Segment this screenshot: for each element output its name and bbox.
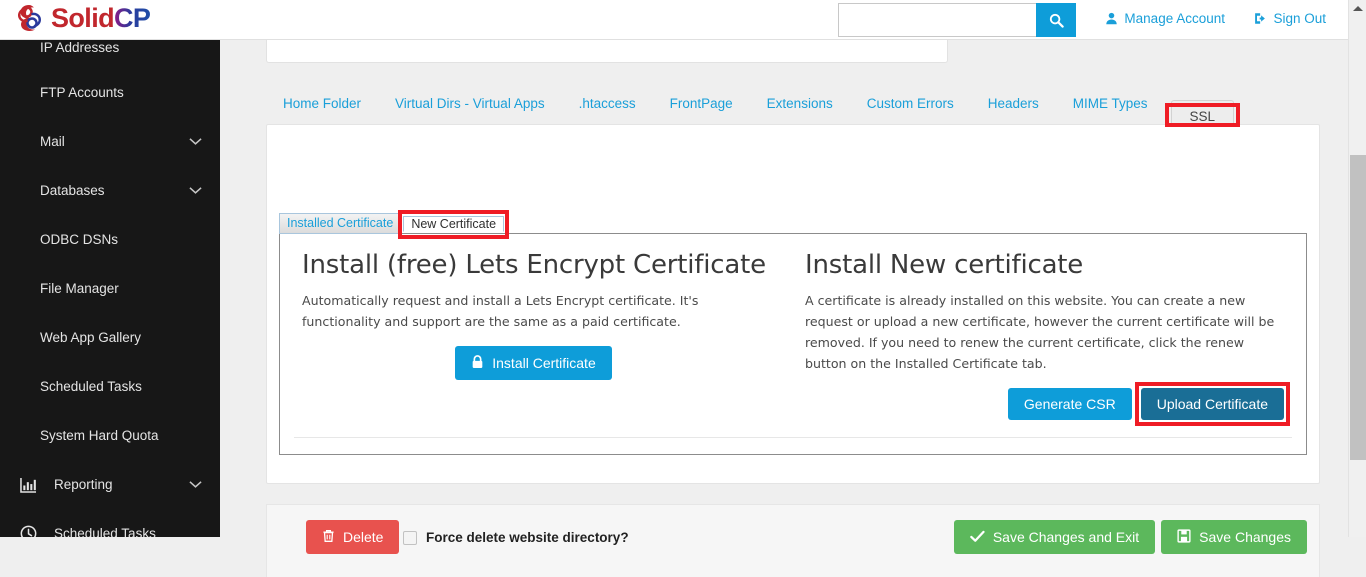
user-icon — [1106, 12, 1118, 25]
tab-virtual-dirs[interactable]: Virtual Dirs - Virtual Apps — [378, 88, 562, 124]
save-changes-and-exit-button[interactable]: Save Changes and Exit — [953, 520, 1156, 554]
form-action-bar: Delete Force delete website directory? S… — [266, 504, 1320, 577]
new-certificate-heading: Install New certificate — [805, 250, 1084, 280]
sidebar-item-label: Scheduled Tasks — [40, 379, 142, 394]
sidebar-item-scheduled-tasks[interactable]: Scheduled Tasks — [0, 362, 220, 411]
subtab-new-certificate-container: New Certificate — [398, 210, 510, 239]
save-actions: Save Changes and Exit Save Changes — [953, 520, 1307, 554]
app-header: SolidCP Manage Account Sign Out — [0, 0, 1348, 40]
sidebar-item-ip-addresses[interactable]: IP Addresses — [0, 40, 220, 68]
chevron-down-icon — [189, 183, 202, 198]
sidebar-item-databases[interactable]: Databases — [0, 166, 220, 215]
sidebar-item-web-app-gallery[interactable]: Web App Gallery — [0, 313, 220, 362]
sidebar-item-scheduled-tasks-2[interactable]: Scheduled Tasks — [0, 509, 220, 537]
new-certificate-column: Install New certificate A certificate is… — [793, 246, 1290, 426]
sidebar-item-mail[interactable]: Mail — [0, 117, 220, 166]
lets-encrypt-column: Install (free) Lets Encrypt Certificate … — [302, 246, 793, 420]
check-icon — [970, 530, 985, 545]
save-changes-and-exit-label: Save Changes and Exit — [992, 529, 1140, 545]
manage-account-link[interactable]: Manage Account — [1105, 11, 1225, 26]
sign-out-icon — [1255, 13, 1266, 24]
sidebar-item-odbc-dsns[interactable]: ODBC DSNs — [0, 215, 220, 264]
brand-logo[interactable]: SolidCP — [14, 3, 151, 33]
search-button[interactable] — [1036, 3, 1076, 37]
install-certificate-button[interactable]: Install Certificate — [455, 346, 612, 380]
search-icon — [1049, 13, 1064, 28]
brand-name-part2: CP — [114, 3, 151, 33]
sidebar-item-reporting[interactable]: Reporting — [0, 460, 220, 509]
sidebar-nav[interactable]: IP Addresses FTP Accounts Mail Databases… — [0, 40, 220, 537]
sidebar-item-label: System Hard Quota — [40, 428, 159, 443]
scrolled-panel-remnant — [266, 40, 948, 63]
tab-home-folder[interactable]: Home Folder — [266, 88, 378, 124]
lets-encrypt-actions: Install Certificate — [302, 346, 765, 380]
sidebar-item-label: IP Addresses — [40, 40, 120, 55]
certificate-options-columns: Install (free) Lets Encrypt Certificate … — [280, 234, 1306, 426]
website-tabs[interactable]: Home Folder Virtual Dirs - Virtual Apps … — [266, 82, 1320, 137]
sidebar-item-system-hard-quota[interactable]: System Hard Quota — [0, 411, 220, 460]
floppy-save-icon — [1177, 529, 1191, 545]
lock-icon — [471, 355, 484, 371]
search-input[interactable] — [838, 3, 1036, 37]
force-delete-checkbox[interactable] — [403, 530, 417, 545]
delete-label: Delete — [343, 529, 384, 545]
global-search — [838, 3, 1076, 37]
divider — [294, 437, 1292, 438]
lets-encrypt-heading: Install (free) Lets Encrypt Certificate — [302, 250, 766, 280]
sign-out-link[interactable]: Sign Out — [1253, 11, 1326, 26]
tab-custom-errors[interactable]: Custom Errors — [850, 88, 971, 124]
sidebar-item-label: Scheduled Tasks — [54, 526, 156, 537]
sidebar-item-label: Web App Gallery — [40, 330, 142, 345]
delete-button[interactable]: Delete — [306, 520, 400, 554]
tab-headers[interactable]: Headers — [971, 88, 1056, 124]
new-certificate-box: Install (free) Lets Encrypt Certificate … — [279, 233, 1307, 455]
bar-chart-icon — [20, 477, 42, 493]
sidebar-item-file-manager[interactable]: File Manager — [0, 264, 220, 313]
scroll-up-arrow-icon[interactable] — [1349, 0, 1366, 17]
subtab-installed-certificate[interactable]: Installed Certificate — [279, 213, 402, 234]
tab-frontpage[interactable]: FrontPage — [653, 88, 750, 124]
solidcp-logo-icon — [18, 5, 41, 31]
sidebar-item-label: File Manager — [40, 281, 119, 296]
ssl-tab-panel: Installed Certificate New Certificate In… — [266, 124, 1320, 484]
upload-certificate-button[interactable]: Upload Certificate — [1140, 388, 1284, 420]
sidebar-item-label: Reporting — [54, 477, 113, 492]
chevron-down-icon — [189, 477, 202, 492]
sidebar-item-label: Databases — [40, 183, 105, 198]
tab-mime-types[interactable]: MIME Types — [1056, 88, 1165, 124]
clock-icon — [20, 525, 42, 537]
brand-name-part1: Solid — [51, 3, 115, 33]
sign-out-label: Sign Out — [1273, 11, 1326, 26]
new-certificate-description: A certificate is already installed on th… — [805, 293, 1275, 371]
sidebar-item-label: Mail — [40, 134, 65, 149]
tab-ssl-container: SSL — [1164, 100, 1241, 137]
force-delete-option[interactable]: Force delete website directory? — [403, 530, 629, 545]
new-certificate-actions: Generate CSR Upload Certificate — [805, 382, 1290, 426]
install-certificate-label: Install Certificate — [492, 355, 596, 371]
sidebar-item-ftp-accounts[interactable]: FTP Accounts — [0, 68, 220, 117]
generate-csr-button[interactable]: Generate CSR — [1007, 388, 1132, 420]
trash-icon — [322, 529, 335, 545]
subtab-new-certificate[interactable]: New Certificate — [403, 216, 505, 232]
force-delete-label[interactable]: Force delete website directory? — [426, 530, 629, 545]
lets-encrypt-description: Automatically request and install a Lets… — [302, 293, 699, 329]
certificate-subtabs[interactable]: Installed Certificate New Certificate — [279, 210, 510, 239]
tab-htaccess[interactable]: .htaccess — [562, 88, 653, 124]
chevron-down-icon — [189, 134, 202, 149]
manage-account-label: Manage Account — [1124, 11, 1225, 26]
page-scrollbar[interactable] — [1348, 0, 1366, 537]
main-content: Home Folder Virtual Dirs - Virtual Apps … — [240, 40, 1348, 577]
sidebar-item-label: FTP Accounts — [40, 85, 124, 100]
brand-name: SolidCP — [51, 3, 151, 33]
scrollbar-thumb[interactable] — [1350, 155, 1366, 460]
sidebar-item-label: ODBC DSNs — [40, 232, 119, 247]
tab-extensions[interactable]: Extensions — [750, 88, 850, 124]
upload-certificate-container: Upload Certificate — [1134, 382, 1290, 426]
save-changes-button[interactable]: Save Changes — [1161, 520, 1307, 554]
save-changes-label: Save Changes — [1199, 529, 1291, 545]
